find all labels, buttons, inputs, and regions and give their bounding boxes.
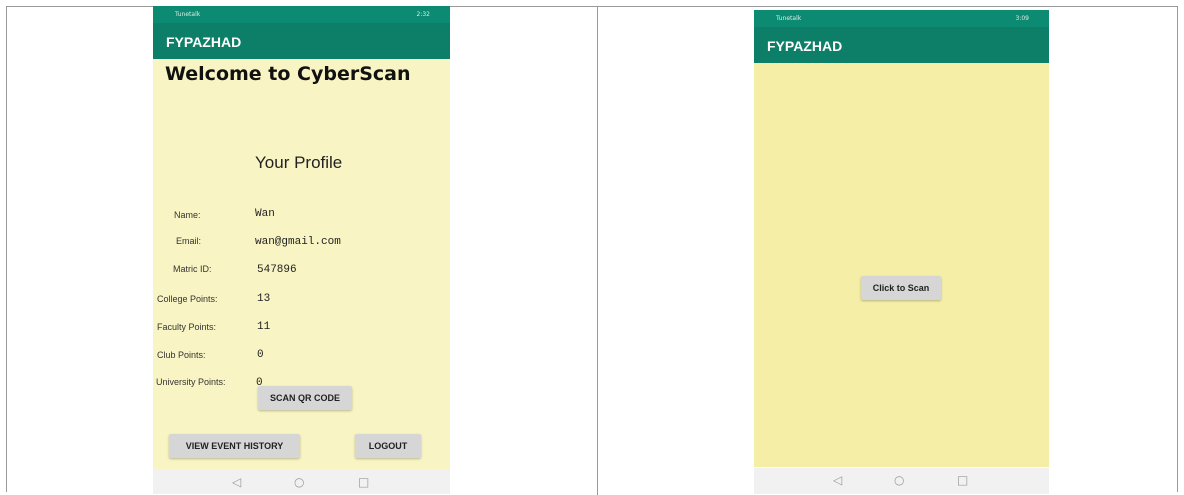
app-title: FYPAZHAD [767, 38, 843, 54]
name-label: Name: [174, 210, 201, 220]
nav-bar: ◁ ○ □ [153, 470, 450, 494]
carrier-label: Tunetalk [776, 15, 802, 22]
college-points-label: College Points: [157, 294, 218, 304]
profile-screen: Tunetalk 2:32 FYPAZHAD Welcome to CyberS… [153, 6, 450, 494]
app-title: FYPAZHAD [166, 34, 242, 50]
recents-icon[interactable]: □ [358, 475, 369, 489]
carrier-label: Tunetalk [175, 11, 201, 18]
scan-content: Click to Scan [754, 63, 1049, 467]
scan-qr-code-button[interactable]: SCAN QR CODE [258, 386, 352, 410]
university-points-label: University Points: [156, 377, 226, 387]
click-to-scan-button[interactable]: Click to Scan [861, 276, 941, 300]
app-bar: FYPAZHAD [754, 27, 1049, 63]
name-value: Wan [255, 208, 275, 220]
email-label: Email: [176, 236, 202, 246]
email-value: wan@gmail.com [255, 236, 341, 248]
faculty-points-value: 11 [257, 321, 271, 333]
status-bar: Tunetalk 2:32 [153, 6, 450, 23]
club-points-label: Club Points: [157, 350, 206, 360]
view-event-history-button[interactable]: VIEW EVENT HISTORY [169, 434, 300, 458]
app-bar: FYPAZHAD [153, 23, 450, 59]
profile-title: Your Profile [255, 153, 343, 172]
welcome-heading: Welcome to CyberScan [165, 63, 411, 85]
clock-label: 3:09 [1015, 15, 1029, 22]
college-points-value: 13 [257, 293, 271, 305]
back-icon[interactable]: ◁ [232, 475, 241, 489]
matric-id-label: Matric ID: [173, 264, 212, 274]
status-bar: Tunetalk 3:09 [754, 10, 1049, 27]
scan-screen: Tunetalk 3:09 FYPAZHAD Click to Scan ◁ ○… [754, 10, 1049, 494]
home-icon[interactable]: ○ [894, 473, 904, 487]
recents-icon[interactable]: □ [957, 473, 968, 487]
nav-bar: ◁ ○ □ [754, 468, 1049, 494]
logout-button[interactable]: LOGOUT [355, 434, 421, 458]
home-icon[interactable]: ○ [294, 475, 304, 489]
faculty-points-label: Faculty Points: [157, 322, 217, 332]
matric-id-value: 547896 [257, 264, 297, 276]
club-points-value: 0 [257, 349, 264, 361]
clock-label: 2:32 [416, 11, 430, 18]
back-icon[interactable]: ◁ [833, 473, 842, 487]
panel-divider [597, 6, 598, 495]
profile-content: Welcome to CyberScan Your Profile Name: … [153, 59, 450, 471]
